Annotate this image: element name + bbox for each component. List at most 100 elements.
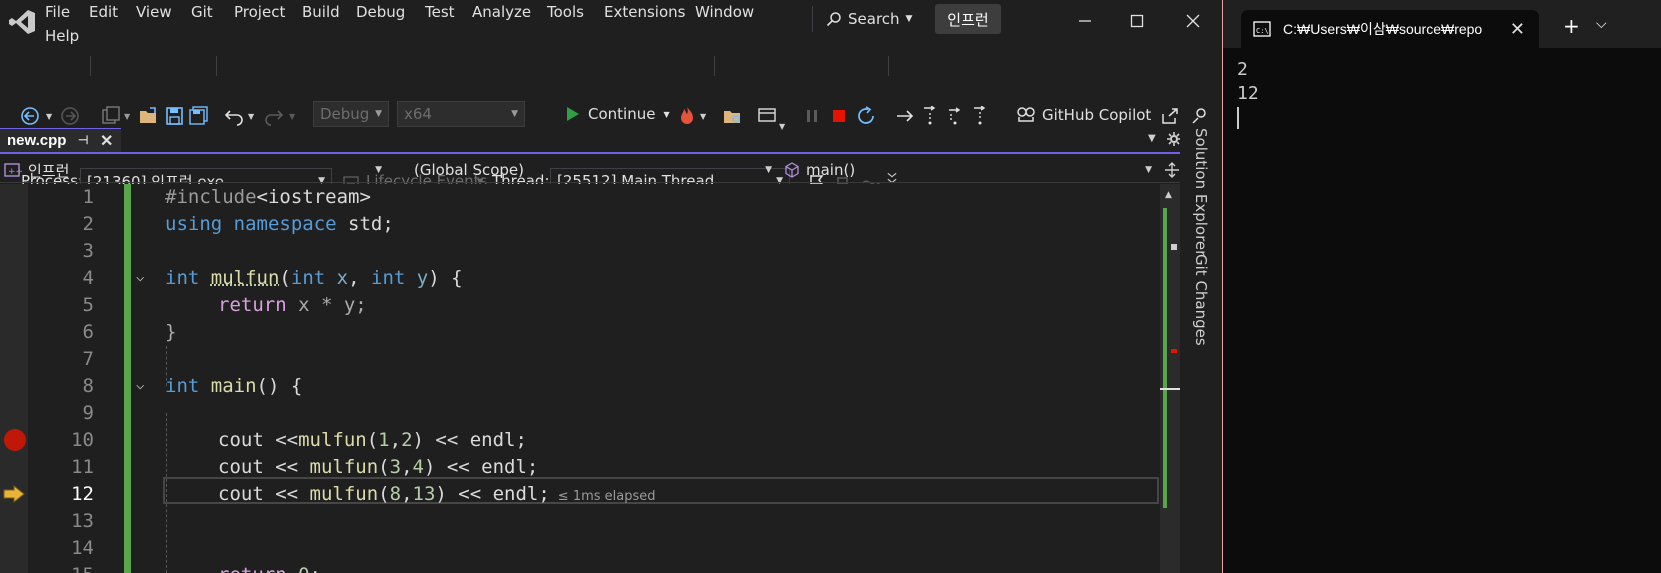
visual-studio-window: File Edit View Git Project Build Debug T… xyxy=(0,0,1222,573)
line-text: cout << mulfun(3,4) << endl; xyxy=(218,456,539,478)
menu-test[interactable]: Test xyxy=(425,3,455,21)
debug-location-toolbar: Process: [21360] 인프런.exe ▼ Lifecycle Eve… xyxy=(0,84,1222,194)
solution-explorer-tab[interactable]: Solution Explorer xyxy=(1192,128,1210,256)
menu-debug[interactable]: Debug xyxy=(356,3,405,21)
code-line: 13 xyxy=(0,508,1160,535)
close-window-button[interactable] xyxy=(1178,6,1208,36)
tab-dropdown-chevron-icon[interactable]: ⌵ xyxy=(1596,16,1607,32)
scrollbar-breakpoint-marker xyxy=(1171,349,1177,353)
code-editor[interactable]: 1 #include<iostream> 2 using namespace s… xyxy=(0,184,1175,573)
cpp-project-icon: ++ xyxy=(4,163,22,177)
chevron-down-icon: ▼ xyxy=(905,14,913,24)
new-tab-plus-icon[interactable]: + xyxy=(1563,14,1580,38)
perf-tip-elapsed[interactable]: ≤ 1ms elapsed xyxy=(558,489,656,504)
line-number: 10 xyxy=(71,429,94,451)
code-line: 9 xyxy=(0,400,1160,427)
code-line: 11 cout << mulfun(3,4) << endl; xyxy=(0,454,1160,481)
menu-view[interactable]: View xyxy=(136,3,172,21)
line-text: int mulfun(int x, int y) { xyxy=(165,267,463,289)
search-label: Search xyxy=(848,10,900,28)
line-number: 8 xyxy=(82,375,94,397)
scrollbar-thumb[interactable] xyxy=(1160,388,1180,390)
line-text: return x * y; xyxy=(218,294,367,316)
scope-dropdown[interactable]: (Global Scope) ▼ xyxy=(390,157,778,183)
terminal-titlebar: C:\ C:₩Users₩이삼₩source₩repo ✕ + ⌵ xyxy=(1223,0,1661,48)
side-panel-tabs: Solution Explorer Git Changes xyxy=(1180,128,1222,573)
member-dropdown[interactable]: main() ▼ xyxy=(780,157,1158,183)
code-navigation-bar: ++ 인프런 ▼ (Global Scope) ▼ main() ▼ xyxy=(0,157,1180,183)
project-dropdown[interactable]: ++ 인프런 ▼ xyxy=(4,157,388,183)
line-text: } xyxy=(165,321,177,343)
terminal-output[interactable]: 2 12 xyxy=(1237,58,1259,130)
output-line: 12 xyxy=(1237,83,1259,104)
pin-icon[interactable]: ⊣ xyxy=(78,133,88,147)
line-text: int main() { xyxy=(165,375,303,397)
menu-tools[interactable]: Tools xyxy=(547,3,584,21)
solution-name-badge[interactable]: 인프런 xyxy=(935,4,1001,34)
chevron-down-icon: ▼ xyxy=(375,165,382,175)
output-line: 2 xyxy=(1237,59,1248,80)
tab-close-icon[interactable]: ✕ xyxy=(100,131,113,151)
code-line: 2 using namespace std; xyxy=(0,211,1160,238)
code-line: 1 #include<iostream> xyxy=(0,184,1160,211)
menu-extensions[interactable]: Extensions xyxy=(604,3,685,21)
chevron-down-icon: ▼ xyxy=(765,165,772,175)
menu-edit[interactable]: Edit xyxy=(89,3,118,21)
terminal-tab-close-icon[interactable]: ✕ xyxy=(1510,19,1525,40)
search-button[interactable]: Search ▼ xyxy=(826,10,912,28)
svg-text:C:\: C:\ xyxy=(1256,27,1269,35)
menu-git[interactable]: Git xyxy=(191,3,213,21)
code-line: 10 cout <<mulfun(1,2) << endl; xyxy=(0,427,1160,454)
line-number: 2 xyxy=(82,213,94,235)
tab-label: new.cpp xyxy=(7,132,67,149)
line-number: 7 xyxy=(82,348,94,370)
line-number: 9 xyxy=(82,402,94,424)
line-number: 12 xyxy=(71,483,94,505)
visual-studio-logo-icon xyxy=(9,10,35,34)
tab-new-cpp[interactable]: new.cpp ⊣ ✕ xyxy=(0,128,121,152)
line-number: 14 xyxy=(71,537,94,559)
code-line: 6 } xyxy=(0,319,1160,346)
line-number: 15 xyxy=(44,564,94,573)
code-line-current: 12 cout << mulfun(8,13) << endl; ≤ 1ms el… xyxy=(0,481,1160,508)
line-number: 6 xyxy=(82,321,94,343)
tab-list-dropdown-icon[interactable]: ▼ xyxy=(1148,133,1156,144)
menu-window[interactable]: Window xyxy=(695,3,754,21)
terminal-window: C:\ C:₩Users₩이삼₩source₩repo ✕ + ⌵ 2 12 xyxy=(1222,0,1661,573)
code-line: 15 return 0; xyxy=(0,562,1160,573)
project-value: 인프런 xyxy=(28,161,70,180)
maximize-icon xyxy=(1130,14,1144,28)
git-changes-tab[interactable]: Git Changes xyxy=(1192,254,1210,346)
menu-project[interactable]: Project xyxy=(234,3,285,21)
scroll-up-arrow-icon[interactable]: ▲ xyxy=(1165,190,1172,200)
settings-gear-icon[interactable] xyxy=(1167,132,1181,146)
minimize-button[interactable] xyxy=(1070,6,1100,36)
instruction-pointer-arrow-icon[interactable] xyxy=(3,485,25,503)
scope-value: (Global Scope) xyxy=(414,161,525,179)
menu-file[interactable]: File xyxy=(45,3,70,21)
terminal-tab[interactable]: C:\ C:₩Users₩이삼₩source₩repo ✕ xyxy=(1241,10,1539,48)
terminal-tab-title: C:₩Users₩이삼₩source₩repo xyxy=(1283,21,1483,37)
line-number: 3 xyxy=(82,240,94,262)
line-number: 5 xyxy=(82,294,94,316)
search-icon xyxy=(826,12,841,27)
menu-build[interactable]: Build xyxy=(302,3,340,21)
menu-help[interactable]: Help xyxy=(45,27,79,45)
line-number: 4 xyxy=(82,267,94,289)
document-tab-bar: new.cpp ⊣ ✕ ▼ xyxy=(0,128,1181,154)
collapse-region-icon[interactable]: ⌵ xyxy=(136,269,144,285)
breakpoint-icon[interactable] xyxy=(4,429,26,451)
maximize-button[interactable] xyxy=(1122,6,1152,36)
code-line: 7 xyxy=(0,346,1160,373)
menu-analyze[interactable]: Analyze xyxy=(472,3,531,21)
code-line: 4 ⌵ int mulfun(int x, int y) { xyxy=(0,265,1160,292)
code-line: 8 ⌵ int main() { xyxy=(0,373,1160,400)
editor-vertical-scrollbar[interactable]: ▲ xyxy=(1160,184,1180,573)
collapse-region-icon[interactable]: ⌵ xyxy=(136,377,144,393)
code-line: 3 xyxy=(0,238,1160,265)
line-text: cout << mulfun(8,13) << endl; ≤ 1ms elaps… xyxy=(218,483,656,505)
split-window-icon[interactable] xyxy=(1164,162,1180,178)
standard-toolbar: ▼ ▼ ▼ ▼ Debug ▼ x64 ▼ Continue ▼ ▼ ▼ Git… xyxy=(0,50,1222,131)
close-icon xyxy=(1186,14,1200,28)
scrollbar-change-marker xyxy=(1163,208,1167,508)
